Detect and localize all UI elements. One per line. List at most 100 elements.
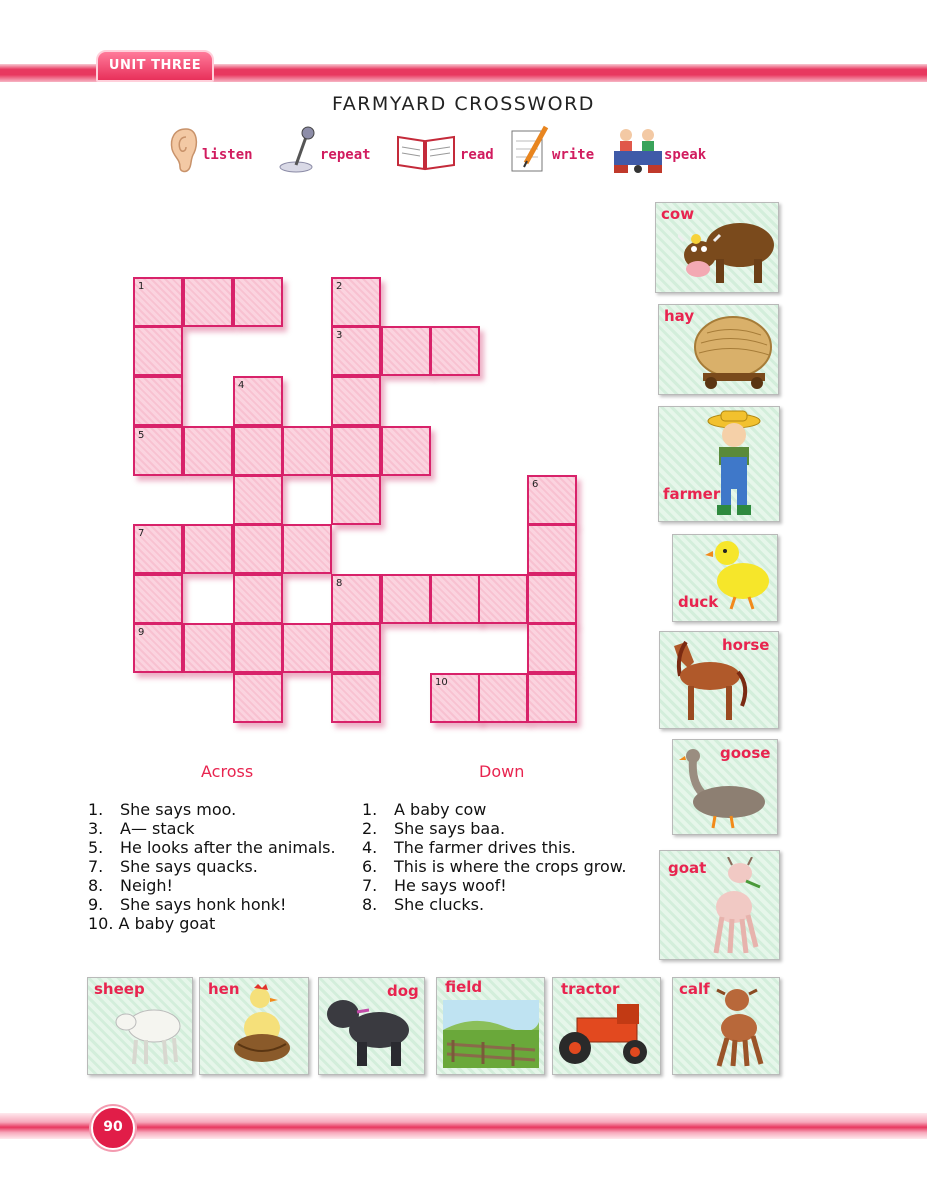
crossword-cell[interactable]: 6 [527,475,577,525]
crossword-cell[interactable] [233,277,283,327]
picture-card-hen: hen [199,977,309,1075]
down-clue-list: 1. A baby cow 2. She says baa. 4. The farme… [362,800,626,914]
crossword-cell[interactable] [430,326,480,376]
calf-icon [716,988,764,1067]
duck-icon [705,541,769,610]
crossword-cell[interactable]: 9 [133,623,183,673]
picture-card-hay: hay [658,304,779,395]
crossword-cell[interactable] [331,475,381,525]
crossword-cell[interactable]: 1 [133,277,183,327]
crossword-cell[interactable] [282,426,332,476]
crossword-cell[interactable] [331,673,381,723]
crossword-cell[interactable]: 7 [133,524,183,574]
clue-number: 5 [138,430,145,441]
field-icon [443,1000,539,1068]
card-label: sheep [94,980,145,998]
crossword-cell[interactable] [282,623,332,673]
cow-icon [678,223,774,283]
picture-card-calf: calf [672,977,780,1075]
clue-text: A— stack [120,819,195,838]
clue-text: She says quacks. [120,857,258,876]
clue-number: 7 [138,528,145,539]
crossword-cell[interactable] [233,673,283,723]
clue-text: This is where the crops grow. [394,857,627,876]
hen-icon [234,984,290,1062]
down-heading: Down [479,762,525,781]
page-number-badge: 90 [91,1106,135,1150]
crossword-cell[interactable] [478,673,528,723]
list-item: 3. A— stack [88,819,336,838]
crossword-cell[interactable]: 8 [331,574,381,624]
crossword-cell[interactable] [331,376,381,426]
picture-card-farmer: farmer [658,406,780,522]
crossword-cell[interactable] [430,574,480,624]
crossword-cell[interactable] [233,574,283,624]
clue-num: 3. [88,819,104,838]
list-item: 10. A baby goat [88,914,336,933]
clue-number: 2 [336,281,343,292]
crossword-cell[interactable]: 3 [331,326,381,376]
list-item: 8. She clucks. [362,895,626,914]
crossword-cell[interactable] [133,376,183,426]
crossword-cell[interactable] [381,574,431,624]
clue-number: 6 [532,479,539,490]
clue-num: 8. [88,876,104,895]
goat-icon [713,857,761,954]
crossword-cell[interactable] [381,426,431,476]
crossword-cell[interactable] [133,326,183,376]
crossword-cell[interactable] [331,426,381,476]
picture-card-dog: dog [318,977,425,1075]
clue-num: 9. [88,895,104,914]
crossword-cell[interactable] [233,475,283,525]
crossword-cell[interactable]: 10 [430,673,480,723]
list-item: 8. Neigh! [88,876,336,895]
crossword-cell[interactable] [233,524,283,574]
picture-card-sheep: sheep [87,977,193,1075]
clue-text: She says moo. [120,800,237,819]
clue-num: 7. [88,857,104,876]
crossword-cell[interactable] [527,623,577,673]
picture-card-duck: duck [672,534,778,622]
picture-card-goose: goose [672,739,778,835]
crossword-cell[interactable]: 2 [331,277,381,327]
crossword-cell[interactable] [183,426,233,476]
list-item: 9. She says honk honk! [88,895,336,914]
crossword-cell[interactable] [331,623,381,673]
clue-text: She says baa. [394,819,506,838]
crossword-cell[interactable] [527,673,577,723]
clue-number: 4 [238,380,245,391]
hay-bale-icon [694,316,772,389]
list-item: 4. The farmer drives this. [362,838,626,857]
list-item: 1. A baby cow [362,800,626,819]
picture-card-tractor: tractor [552,977,661,1075]
page-number: 90 [103,1119,123,1135]
list-item: 1. She says moo. [88,800,336,819]
across-heading: Across [201,762,254,781]
crossword-cell[interactable] [183,524,233,574]
crossword-cell[interactable] [381,326,431,376]
clue-text: She clucks. [394,895,485,914]
clue-num: 2. [362,819,378,838]
crossword-cell[interactable] [527,524,577,574]
card-label: field [445,978,483,996]
farmer-icon [707,410,761,515]
clue-text: The farmer drives this. [394,838,576,857]
crossword-cell[interactable]: 4 [233,376,283,426]
crossword-cell[interactable] [282,524,332,574]
list-item: 6. This is where the crops grow. [362,857,626,876]
crossword-cell[interactable] [233,623,283,673]
clue-num: 6. [362,857,378,876]
crossword-cell[interactable] [183,623,233,673]
clue-text: He looks after the animals. [120,838,336,857]
crossword-cell[interactable] [478,574,528,624]
crossword-cell[interactable] [527,574,577,624]
clue-text: A baby cow [394,800,487,819]
crossword-cell[interactable] [133,574,183,624]
clue-num: 7. [362,876,378,895]
crossword-cell[interactable] [233,426,283,476]
list-item: 5. He looks after the animals. [88,838,336,857]
footer-band [0,1113,927,1139]
clue-number: 10 [435,677,448,688]
crossword-cell[interactable] [183,277,233,327]
crossword-cell[interactable]: 5 [133,426,183,476]
